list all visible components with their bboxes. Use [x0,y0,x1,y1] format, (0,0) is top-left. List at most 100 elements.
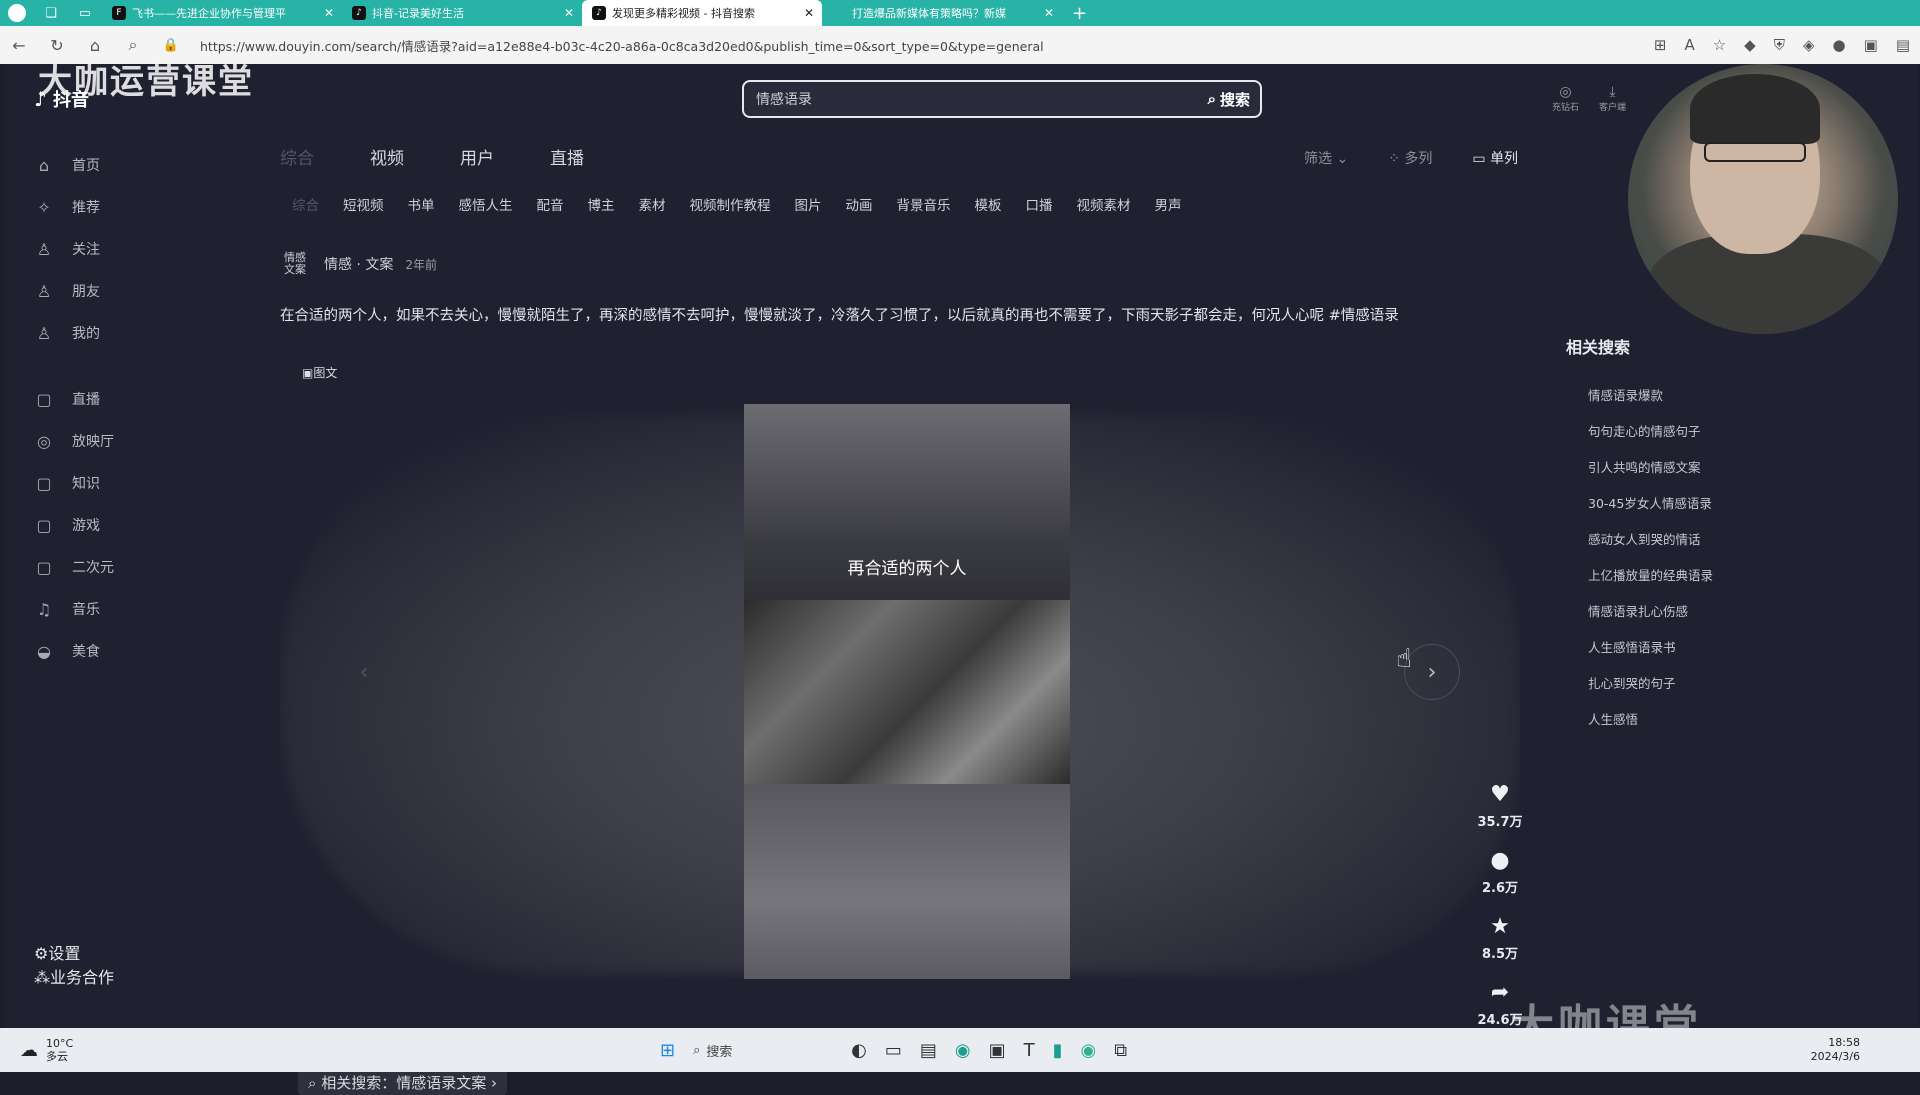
edge-browser-icon[interactable]: ◉ [955,1040,971,1061]
related-search-bar[interactable]: ⌕ 相关搜索：情感语录文案 › [298,1070,507,1095]
capcut-icon[interactable]: ⧉ [1114,1040,1127,1061]
shield-icon[interactable]: ⛨ [1774,36,1785,54]
close-icon[interactable]: ✕ [804,6,814,20]
windows-start-icon[interactable]: ⊞ [660,1040,675,1061]
browser-tab-article[interactable]: 打造爆品新媒体有策略吗？新媒 ✕ [822,0,1062,26]
subtab-1[interactable]: 短视频 [343,194,384,214]
prev-arrow-icon[interactable]: ‹ [336,644,392,700]
related-search-item[interactable]: 感动女人到哭的情话 [1566,520,1866,556]
subtab-12[interactable]: 口播 [1026,194,1053,214]
url-field[interactable]: https://www.douyin.com/search/情感语录?aid=a… [200,36,1044,55]
author-name[interactable]: 情感 · 文案 [324,254,393,274]
task-view-icon[interactable]: ▭ [885,1040,902,1061]
close-icon[interactable]: ✕ [564,6,574,20]
browser-tab-feishu[interactable]: F 飞书——先进企业协作与管理平 ✕ [102,0,342,26]
subtab-13[interactable]: 视频素材 [1077,194,1131,214]
sidebar-item-home[interactable]: ⌂ 首页 [34,144,254,186]
favorite-button[interactable]: ★ 8.5万 [1472,914,1528,962]
recharge-button[interactable]: ◎ 充钻石 [1552,84,1579,113]
comment-button[interactable]: ● 2.6万 [1472,848,1528,896]
back-icon[interactable]: ← [0,36,38,55]
collections-icon[interactable]: ▣ [1864,36,1878,54]
media-stage[interactable]: 再合适的两个人 ‹ › [280,404,1520,979]
related-search-item[interactable]: 情感语录扎心伤感 [1566,592,1866,628]
refresh-icon[interactable]: ↻ [38,36,76,55]
weather-widget[interactable]: ☁ 10°C 多云 [20,1037,73,1063]
sidebar-item-game[interactable]: ▢ 游戏 [34,504,254,546]
search-browser-icon[interactable]: ⌕ [114,35,152,55]
subtab-3[interactable]: 感悟人生 [459,194,513,214]
close-icon[interactable]: ✕ [324,6,334,20]
extension-icon[interactable]: ◆ [1744,36,1756,54]
subtab-11[interactable]: 模板 [975,194,1002,214]
sidebar-item-friends[interactable]: ♙ 朋友 [34,270,254,312]
search-input[interactable] [744,91,1184,107]
sidebar-item-recommend[interactable]: ✧ 推荐 [34,186,254,228]
edge-dev-icon[interactable]: ◉ [1080,1040,1096,1061]
subtab-7[interactable]: 视频制作教程 [690,194,771,214]
search-button[interactable]: ⌕ 搜索 [1208,89,1250,110]
image-card[interactable]: 再合适的两个人 [744,404,1070,979]
browser-tab-douyin[interactable]: ♪ 抖音-记录美好生活 ✕ [342,0,582,26]
sidebar-item-anime[interactable]: ▢ 二次元 [34,546,254,588]
browser-tab-search[interactable]: ♪ 发现更多精彩视频 - 抖音搜索 ✕ [582,0,822,26]
tab-users[interactable]: 用户 [460,144,494,169]
extension-icon[interactable]: ● [1833,36,1846,54]
sidebar-item-settings[interactable]: ⚙设置 [34,940,254,964]
favorite-star-icon[interactable]: ☆ [1713,36,1726,54]
sidebar-item-food[interactable]: ◒ 美食 [34,630,254,672]
like-button[interactable]: ♥ 35.7万 [1472,782,1528,830]
sidebar-item-me[interactable]: ♙ 我的 [34,312,254,354]
workspaces-icon[interactable]: ❏ [34,6,68,21]
subtab-9[interactable]: 动画 [846,194,873,214]
subtab-2[interactable]: 书单 [408,194,435,214]
taskbar-search[interactable]: ⌕ 搜索 [693,1041,833,1060]
tab-live[interactable]: 直播 [550,144,584,169]
related-search-item[interactable]: 30-45岁女人情感语录 [1566,484,1866,520]
related-search-item[interactable]: 人生感悟语录书 [1566,628,1866,664]
related-search-item[interactable]: 句句走心的情感句子 [1566,412,1866,448]
sidebar-item-cinema[interactable]: ◎ 放映厅 [34,420,254,462]
tab-video[interactable]: 视频 [370,144,404,169]
typora-icon[interactable]: T [1024,1040,1035,1061]
app-available-icon[interactable]: ⊞ [1654,36,1667,54]
subtab-10[interactable]: 背景音乐 [897,194,951,214]
related-search-item[interactable]: 扎心到哭的句子 [1566,664,1866,700]
profile-icon[interactable] [0,0,34,26]
tab-actions-icon[interactable]: ▭ [68,6,102,21]
lock-icon[interactable]: 🔒 [152,38,190,53]
widgets-icon[interactable]: ◐ [851,1040,867,1061]
system-clock[interactable]: 18:58 2024/3/6 [1811,1036,1860,1064]
new-tab-button[interactable]: + [1072,3,1087,24]
sidebar-toggle-icon[interactable]: ▤ [1896,36,1910,54]
multi-column-button[interactable]: ⁘ 多列 [1388,148,1432,168]
related-search-item[interactable]: 引人共鸣的情感文案 [1566,448,1866,484]
subtab-0[interactable]: 综合 [292,194,319,214]
subtab-6[interactable]: 素材 [639,194,666,214]
notes-app-icon[interactable]: ▮ [1053,1040,1063,1061]
related-search-item[interactable]: 情感语录爆款 [1566,376,1866,412]
home-browser-icon[interactable]: ⌂ [76,36,114,55]
related-search-item[interactable]: 上亿播放量的经典语录 [1566,556,1866,592]
subtab-5[interactable]: 博主 [588,194,615,214]
sidebar-item-music[interactable]: ♫ 音乐 [34,588,254,630]
store-icon[interactable]: ▣ [989,1040,1006,1061]
sidebar-item-follow[interactable]: ♙ 关注 [34,228,254,270]
close-icon[interactable]: ✕ [1044,6,1054,20]
filter-button[interactable]: 筛选 ⌄ [1304,148,1348,168]
extension-icon[interactable]: ◈ [1803,36,1815,54]
subtab-4[interactable]: 配音 [537,194,564,214]
sidebar-item-business[interactable]: ⁂业务合作 [34,964,254,988]
file-explorer-icon[interactable]: ▤ [920,1040,937,1061]
read-aloud-icon[interactable]: A [1684,36,1694,54]
author-avatar-badge[interactable]: 情感 文案 [284,252,312,276]
sidebar-item-knowledge[interactable]: ▢ 知识 [34,462,254,504]
subtab-14[interactable]: 男声 [1155,194,1182,214]
subtab-8[interactable]: 图片 [795,194,822,214]
related-search-item[interactable]: 人生感悟 [1566,700,1866,736]
douyin-logo[interactable]: ♪ 抖音 [34,86,89,112]
tab-general[interactable]: 综合 [280,144,314,169]
single-column-button[interactable]: ▭ 单列 [1472,148,1518,168]
next-arrow-icon[interactable]: › [1404,644,1460,700]
sidebar-item-live[interactable]: ▢ 直播 [34,378,254,420]
